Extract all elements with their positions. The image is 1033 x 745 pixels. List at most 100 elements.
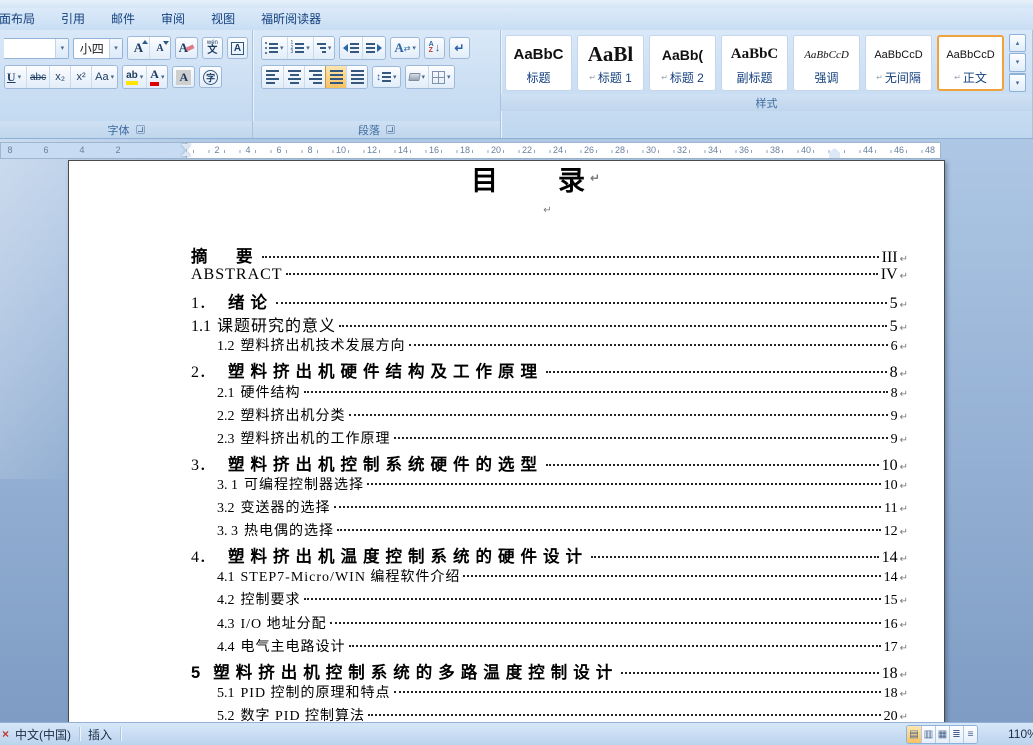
paragraph-dialog-launcher[interactable] — [386, 125, 395, 134]
horizontal-ruler[interactable]: 8 6 4 2 2 4 6 8 10 12 14 16 18 20 22 24 26 28 30 32 34 36 38 40… — [0, 142, 951, 159]
chevron-down-icon[interactable]: ▾ — [111, 74, 115, 81]
toc-entry[interactable]: 2.2 塑料挤出机分类 9 ↵ — [217, 405, 908, 428]
toc-entry[interactable]: 3. 3 热电偶的选择 12 ↵ — [217, 520, 908, 543]
character-border-button[interactable]: A — [226, 37, 248, 59]
chevron-down-icon[interactable]: ▾ — [280, 45, 284, 52]
asian-layout-button[interactable]: A ⇄ ▾ — [390, 37, 420, 59]
chevron-down-icon[interactable]: ▾ — [140, 74, 144, 81]
chevron-down-icon[interactable]: ▾ — [447, 74, 451, 81]
character-shading-button[interactable]: A — [172, 66, 196, 88]
tab-5[interactable]: 视图 — [198, 7, 248, 30]
font-name-combo[interactable]: ▾ — [4, 37, 70, 59]
chevron-down-icon[interactable]: ▾ — [55, 38, 69, 58]
toc-entry-title: 可编程控制器选择 — [244, 477, 364, 493]
justify-button[interactable] — [325, 66, 346, 88]
tab-4[interactable]: 审阅 — [148, 7, 198, 30]
chevron-down-icon[interactable]: ▾ — [18, 74, 22, 81]
align-center-button[interactable] — [283, 66, 304, 88]
toc-entry[interactable]: 摘 要 III ↵ — [191, 243, 908, 266]
distribute-button[interactable] — [346, 66, 367, 88]
shading-button[interactable]: ▾ — [405, 66, 429, 88]
font-size-combo[interactable]: 小四 ▾ — [73, 37, 123, 59]
toc-entry[interactable]: 1.2 塑料挤出机技术发展方向 6 ↵ — [217, 335, 908, 358]
hanging-indent-marker[interactable] — [181, 151, 191, 156]
toc-entry[interactable]: 4.4 电气主电路设计 17 ↵ — [217, 636, 908, 659]
insert-mode-status[interactable]: 插入 — [88, 726, 112, 743]
borders-button[interactable]: ▾ — [428, 66, 454, 88]
style-card-标题[interactable]: AaBbC 标题 — [505, 35, 572, 91]
text-highlight-button[interactable]: ab ▾ — [123, 66, 147, 88]
gallery-more-button[interactable]: ▾ — [1009, 72, 1026, 92]
proofing-error-icon[interactable]: × — [2, 727, 9, 741]
clear-formatting-button[interactable]: A — [174, 37, 198, 59]
toc-entry[interactable]: 4． 塑料挤出机温度控制系统的硬件设计 14 ↵ — [191, 543, 908, 566]
align-left-button[interactable] — [262, 66, 283, 88]
tab-1[interactable]: 面布局 — [0, 7, 48, 30]
toc-entry[interactable]: 1． 绪论 5 ↵ — [191, 289, 908, 312]
toc-entry[interactable]: 1.1 课题研究的意义 5 ↵ — [191, 312, 908, 335]
tab-2[interactable]: 引用 — [48, 7, 98, 30]
toc-entry[interactable]: ABSTRACT IV ↵ — [191, 266, 908, 289]
style-card-强调[interactable]: AaBbCcD 强调 — [793, 35, 860, 91]
shrink-font-button[interactable]: A — [149, 37, 170, 59]
toc-entry[interactable]: 3. 1 可编程控制器选择 10 ↵ — [217, 474, 908, 497]
style-card-副标题[interactable]: AaBbC 副标题 — [721, 35, 788, 91]
distribute-icon — [350, 70, 364, 84]
print-layout-view-button[interactable]: ▤ — [907, 726, 921, 743]
first-line-indent-marker[interactable] — [181, 144, 191, 150]
chevron-down-icon[interactable]: ▾ — [161, 74, 165, 81]
toc-entry[interactable]: 2.3 塑料挤出机的工作原理 9 ↵ — [217, 428, 908, 451]
style-card-无间隔[interactable]: AaBbCcD ↵ 无间隔 — [865, 35, 932, 91]
subscript-button[interactable]: x₂ — [49, 66, 71, 88]
numbering-button[interactable]: 123 ▾ — [286, 37, 313, 59]
toc-entry[interactable]: 4.3 I/O 地址分配 16 ↵ — [217, 613, 908, 636]
chevron-down-icon[interactable]: ▾ — [306, 45, 310, 52]
superscript-button[interactable]: x² — [70, 66, 92, 88]
chevron-down-icon[interactable]: ▾ — [393, 74, 397, 81]
toc-entry[interactable]: 4.1 STEP7-Micro/WIN 编程软件介绍 14 ↵ — [217, 566, 908, 589]
web-layout-view-button[interactable]: ▦ — [935, 726, 949, 743]
toc-entry[interactable]: 2.1 硬件结构 8 ↵ — [217, 382, 908, 405]
sort-button[interactable]: A Z ↓ — [423, 37, 445, 59]
tab-6[interactable]: 福昕阅读器 — [248, 7, 334, 30]
align-right-button[interactable] — [304, 66, 325, 88]
gallery-scroll-up-button[interactable]: ▴ — [1009, 34, 1026, 53]
font-color-button[interactable]: A ▾ — [146, 66, 168, 88]
grow-font-button[interactable]: A — [128, 37, 149, 59]
style-card-正文[interactable]: AaBbCcD ↵ 正文 — [937, 35, 1004, 91]
chevron-down-icon[interactable]: ▾ — [422, 74, 426, 81]
change-case-button[interactable]: Aa ▾ — [91, 66, 118, 88]
multilevel-list-button[interactable]: ▾ — [312, 37, 335, 59]
outline-view-button[interactable]: ≣ — [949, 726, 963, 743]
strikethrough-button[interactable]: abc — [26, 66, 50, 88]
chevron-down-icon[interactable]: ▾ — [412, 45, 416, 52]
toc-entry[interactable]: 5 塑料挤出机控制系统的多路温度控制设计 18 ↵ — [191, 659, 908, 682]
document-page[interactable]: 目 录 ↵ ↵ 摘 要 III ↵ ABSTRACT IV ↵ 1． 绪论 5 ↵ 1.1 课题研究的… — [68, 160, 945, 722]
toc-entry[interactable]: 3.2 变送器的选择 11 ↵ — [217, 497, 908, 520]
font-dialog-launcher[interactable] — [135, 125, 145, 134]
zoom-level[interactable]: 110% — [1008, 727, 1033, 741]
draft-view-button[interactable]: ≡ — [963, 726, 977, 743]
toc-entry[interactable]: 4.2 控制要求 15 ↵ — [217, 589, 908, 612]
fullscreen-reading-view-button[interactable]: ▥ — [921, 726, 935, 743]
gallery-scroll-down-button[interactable]: ▾ — [1009, 53, 1026, 72]
toc-entry[interactable]: 3． 塑料挤出机控制系统硬件的选型 10 ↵ — [191, 451, 908, 474]
borders-icon — [432, 70, 446, 84]
tab-3[interactable]: 邮件 — [98, 7, 148, 30]
bullets-button[interactable]: ▾ — [262, 37, 287, 59]
style-card-标题 1[interactable]: AaBl ↵ 标题 1 — [577, 35, 644, 91]
toc-entry[interactable]: 2． 塑料挤出机硬件结构及工作原理 8 ↵ — [191, 358, 908, 381]
phonetic-guide-button[interactable]: wén 文 — [201, 37, 223, 59]
show-hide-marks-button[interactable]: ↵ — [448, 37, 470, 59]
chevron-down-icon[interactable]: ▾ — [109, 38, 122, 58]
underline-button[interactable]: U ▾ — [5, 66, 26, 88]
increase-indent-button[interactable] — [362, 37, 386, 59]
toc-entry[interactable]: 5.1 PID 控制的原理和特点 18 ↵ — [217, 682, 908, 705]
toc-entry[interactable]: 5.2 数字 PID 控制算法 20 ↵ — [217, 705, 908, 722]
chevron-down-icon[interactable]: ▾ — [328, 45, 332, 52]
language-status[interactable]: 中文(中国) — [15, 726, 71, 743]
enclose-characters-button[interactable]: 字 — [199, 66, 223, 88]
decrease-indent-button[interactable] — [340, 37, 363, 59]
style-card-标题 2[interactable]: AaBb(↵ 标题 2 — [649, 35, 716, 91]
line-spacing-button[interactable]: ↕ ▾ — [372, 66, 401, 88]
